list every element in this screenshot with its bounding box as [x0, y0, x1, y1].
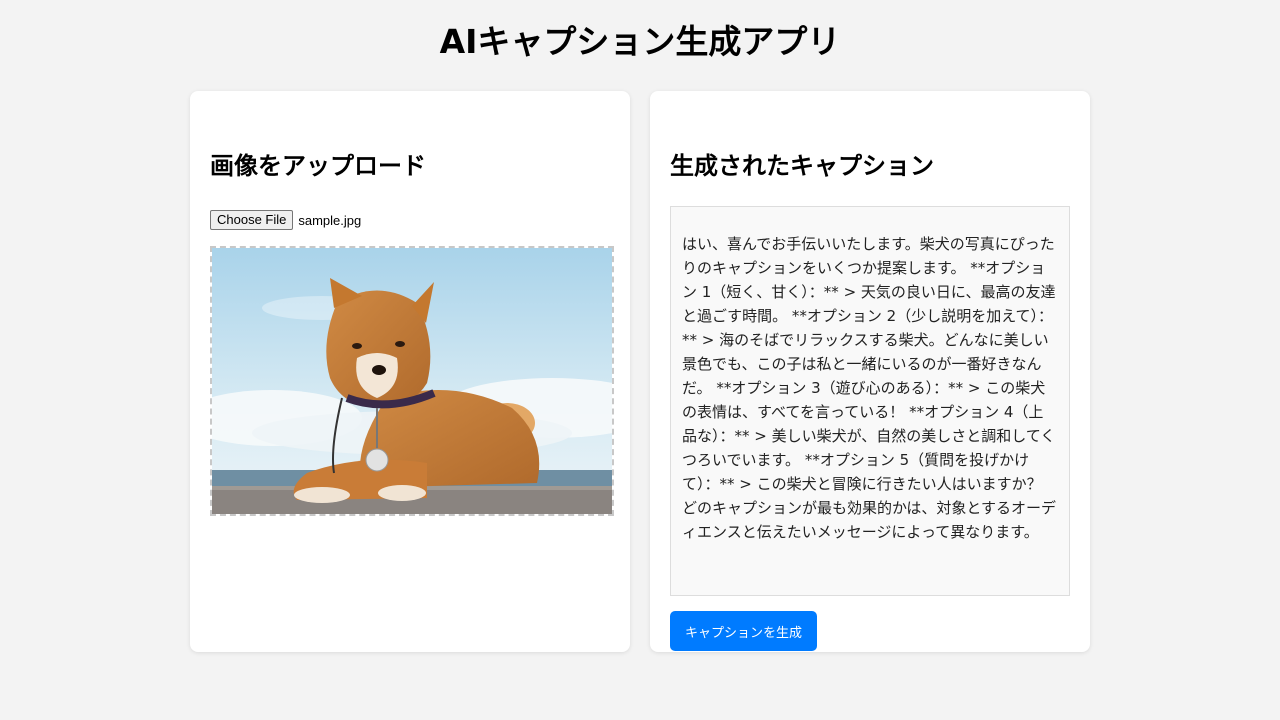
- caption-output: はい、喜んでお手伝いいたします。柴犬の写真にぴったりのキャプションをいくつか提案…: [670, 206, 1070, 596]
- selected-file-name: sample.jpg: [298, 212, 362, 228]
- generate-caption-button[interactable]: キャプションを生成: [670, 611, 818, 651]
- upload-card: 画像をアップロード Choose File sample.jpg: [190, 91, 630, 652]
- choose-file-button[interactable]: Choose File: [210, 210, 294, 230]
- dog-photo: [212, 248, 612, 514]
- app-title: AIキャプション生成アプリ: [439, 22, 841, 61]
- caption-card: 生成されたキャプション はい、喜んでお手伝いいたします。柴犬の写真にぴったりのキ…: [650, 91, 1090, 652]
- file-input[interactable]: Choose File sample.jpg: [210, 210, 610, 230]
- image-preview: [210, 246, 614, 516]
- upload-heading: 画像をアップロード: [210, 152, 426, 180]
- caption-heading: 生成されたキャプション: [670, 152, 934, 180]
